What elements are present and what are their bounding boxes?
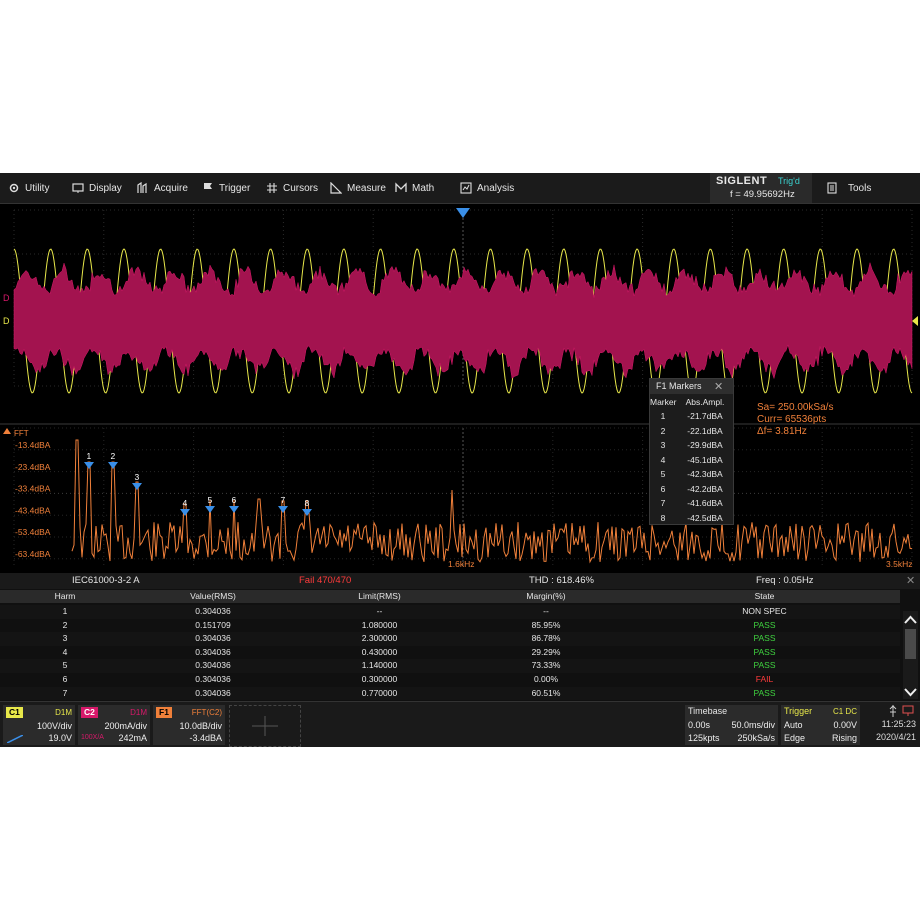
timebase-info[interactable]: Timebase 0.00s 50.0ms/div 125kpts 250kSa… xyxy=(685,705,778,745)
flag-icon xyxy=(204,183,212,193)
peak-marker-label: 4 xyxy=(183,498,188,508)
fft-y-tick: -13.4dBA xyxy=(15,440,51,450)
fft-x-mid-label: 1.6kHz xyxy=(448,559,474,568)
markers-panel-title: F1 Markers ✕ xyxy=(650,379,733,394)
fft-y-axis: -13.4dBA -23.4dBA -33.4dBA -43.4dBA -53.4dBA… xyxy=(15,440,51,559)
status-bar: C1 D1M 100V/div 19.0V C2 D1M 200mA/div 1… xyxy=(0,701,920,747)
menu-math[interactable]: Math xyxy=(395,173,434,203)
peak-marker-label: 7 xyxy=(281,495,286,505)
oscilloscope-screen: Utility Display Acquire Trigger Cursors … xyxy=(0,173,920,747)
frequency-counter: f = 49.95692Hz xyxy=(730,189,795,200)
tools-icon xyxy=(827,182,837,194)
fft-y-tick: -63.4dBA xyxy=(15,549,51,559)
ruler-icon xyxy=(330,182,342,194)
table-scrollbar[interactable] xyxy=(903,611,918,699)
peak-marker[interactable] xyxy=(180,509,190,516)
display-area: D D 1 2 3 4 5 6 7 8 FFT -13.4dBA -23.4dBA -33.4dB… xyxy=(0,204,920,568)
fft-label: FFT xyxy=(14,429,29,438)
peak-marker[interactable] xyxy=(84,462,94,469)
fft-peak-markers: 1 2 3 4 5 6 7 8 xyxy=(84,451,312,516)
analysis-icon xyxy=(460,182,472,194)
peak-marker-label: 3 xyxy=(135,472,140,482)
ch1-offset-marker[interactable]: D xyxy=(3,316,10,326)
f1-info[interactable]: F1 FFT(C2) 10.0dB/div -3.4dBA xyxy=(153,705,225,745)
ch2-info[interactable]: C2 D1M 200mA/div 100X/A 242mA xyxy=(78,705,150,745)
table-row[interactable]: 3 0.304036 2.300000 86.78% PASS xyxy=(0,632,900,646)
trigger-status: Trig'd xyxy=(778,176,800,186)
network-icon xyxy=(902,705,914,716)
gear-icon xyxy=(9,183,19,193)
brand-status: SIGLENT Trig'd f = 49.95692Hz xyxy=(710,173,812,203)
clock-time: 11:25:23 xyxy=(881,719,916,729)
menu-cursors[interactable]: Cursors xyxy=(266,173,318,203)
fft-y-tick: -43.4dBA xyxy=(15,505,51,515)
peak-marker-label: 6 xyxy=(232,495,237,505)
menu-acquire[interactable]: Acquire xyxy=(137,173,188,203)
clock-area: 11:25:23 2020/4/21 xyxy=(864,705,918,745)
fft-y-tick: -23.4dBA xyxy=(15,462,51,472)
markers-panel: F1 Markers ✕ Marker Abs.Ampl. 1 -21.7dBA 2… xyxy=(649,378,734,525)
fft-y-tick: -33.4dBA xyxy=(15,484,51,494)
cursors-icon xyxy=(267,183,277,193)
menu-utility[interactable]: Utility xyxy=(8,173,49,203)
scroll-up-icon[interactable] xyxy=(904,615,917,624)
peak-marker[interactable] xyxy=(205,506,215,513)
harmonic-result: Fail 470/470 xyxy=(299,575,352,586)
scroll-down-icon[interactable] xyxy=(904,688,917,697)
harmonic-standard: IEC61000-3-2 A xyxy=(72,575,140,586)
peak-marker[interactable] xyxy=(229,506,239,513)
siglent-logo: SIGLENT xyxy=(716,175,768,187)
fft-x-right-label: 3.5kHz xyxy=(886,559,912,568)
scroll-thumb[interactable] xyxy=(905,629,916,659)
peak-marker-label: 5 xyxy=(208,495,213,505)
menu-bar: Utility Display Acquire Trigger Cursors … xyxy=(0,173,920,204)
menu-trigger[interactable]: Trigger xyxy=(202,173,250,203)
harmonic-freq: Freq : 0.05Hz xyxy=(756,575,814,586)
menu-display[interactable]: Display xyxy=(72,173,122,203)
trigger-level-marker[interactable] xyxy=(912,316,918,326)
clock-date: 2020/4/21 xyxy=(875,732,916,742)
fft-resolution: Δf= 3.81Hz xyxy=(757,426,807,437)
harmonic-table-header: Harm Value(RMS) Limit(RMS) Margin(%) Sta… xyxy=(0,590,900,603)
ch2-offset-marker[interactable]: D xyxy=(3,293,10,303)
close-icon[interactable]: ✕ xyxy=(714,380,723,393)
table-row[interactable]: 5 0.304036 1.140000 73.33% PASS xyxy=(0,659,900,673)
close-icon[interactable]: ✕ xyxy=(906,574,915,587)
menu-analysis[interactable]: Analysis xyxy=(460,173,514,203)
ch2-trace xyxy=(13,261,913,380)
math-icon xyxy=(395,182,407,192)
trigger-position-marker[interactable] xyxy=(456,208,470,218)
fft-y-tick: -53.4dBA xyxy=(15,527,51,537)
table-row[interactable]: 7 0.304036 0.770000 60.51% PASS xyxy=(0,686,900,701)
plus-icon xyxy=(252,716,278,736)
peak-marker[interactable] xyxy=(132,483,142,490)
monitor-icon xyxy=(72,183,84,193)
peak-marker[interactable] xyxy=(108,462,118,469)
peak-marker-label: 8 xyxy=(305,498,310,508)
table-row[interactable]: 4 0.304036 0.430000 29.29% PASS xyxy=(0,646,900,660)
table-row[interactable]: 1 0.304036 -- -- NON SPEC xyxy=(0,605,900,619)
harmonic-analysis-panel: IEC61000-3-2 A Fail 470/470 THD : 618.46… xyxy=(0,573,920,701)
waveform-display: D D 1 2 3 4 5 6 7 8 FFT -13.4dBA -23.4dBA -33.4dB… xyxy=(0,208,920,568)
harmonic-summary-bar: IEC61000-3-2 A Fail 470/470 THD : 618.46… xyxy=(0,573,920,589)
fft-sample-rate: Sa= 250.00kSa/s xyxy=(757,402,834,413)
probe-icon xyxy=(7,735,23,743)
menu-measure[interactable]: Measure xyxy=(330,173,386,203)
table-row[interactable]: 6 0.304036 0.300000 0.00% FAIL xyxy=(0,673,900,687)
fft-offset-marker[interactable] xyxy=(3,428,11,434)
ch1-info[interactable]: C1 D1M 100V/div 19.0V xyxy=(3,705,75,745)
usb-icon xyxy=(889,705,897,717)
peak-marker-label: 2 xyxy=(111,451,116,461)
harmonic-thd: THD : 618.46% xyxy=(529,575,594,586)
fft-points: Curr= 65536pts xyxy=(757,414,827,425)
menu-tools[interactable]: Tools xyxy=(826,173,871,203)
acquire-icon xyxy=(137,182,147,193)
fft-trace xyxy=(71,439,913,564)
add-channel-button[interactable] xyxy=(229,705,301,747)
peak-marker[interactable] xyxy=(278,506,288,513)
peak-marker-label: 1 xyxy=(87,451,92,461)
table-row[interactable]: 2 0.151709 1.080000 85.95% PASS xyxy=(0,619,900,633)
trigger-info[interactable]: Trigger C1 DC Auto 0.00V Edge Rising xyxy=(781,705,860,745)
